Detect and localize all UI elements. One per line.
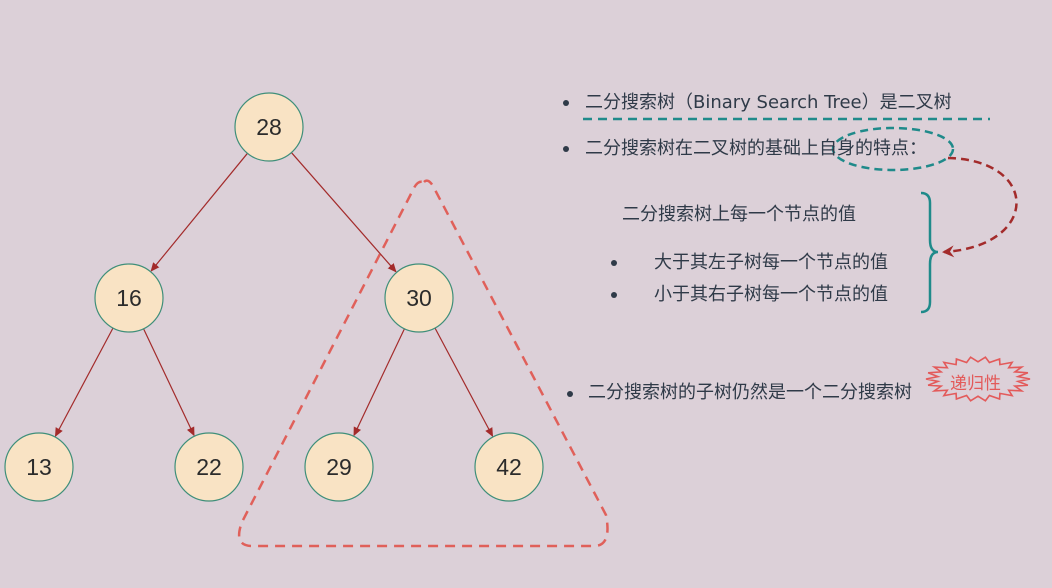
node-value: 42 (496, 454, 522, 480)
bullet-3 (567, 391, 573, 397)
subtree-highlight-triangle (237, 179, 609, 548)
node-value: 16 (116, 285, 142, 311)
edge-n30-n42 (434, 327, 494, 437)
edge-n16-n13 (54, 327, 114, 437)
tree-node-29: 29 (304, 432, 374, 502)
node-value: 13 (26, 454, 52, 480)
feature-to-property-arrow (942, 156, 1018, 258)
bullet-prop-1 (611, 260, 617, 266)
point1-text: 二分搜索树（Binary Search Tree）是二叉树 (585, 92, 952, 113)
bullet-prop-2 (611, 292, 617, 298)
bst-diagram: 28 16 30 13 22 29 42 (4, 92, 1031, 548)
point2-text: 二分搜索树在二叉树的基础上自身的特点： (585, 138, 927, 159)
tree-node-22: 22 (174, 432, 244, 502)
property-brace (920, 191, 939, 314)
tree-nodes: 28 16 30 13 22 29 42 (4, 92, 544, 502)
property-item-less: 小于其右子树每一个节点的值 (654, 284, 888, 305)
node-value: 22 (196, 454, 222, 480)
tree-node-30: 30 (384, 263, 454, 333)
property-item-greater: 大于其左子树每一个节点的值 (654, 252, 888, 273)
tree-node-42: 42 (474, 432, 544, 502)
node-value: 29 (326, 454, 352, 480)
tree-node-13: 13 (4, 432, 74, 502)
recursive-stamp-label: 递归性 (950, 374, 1001, 394)
edge-n28-n16 (150, 152, 248, 272)
property-heading: 二分搜索树上每一个节点的值 (622, 204, 856, 225)
tree-node-28: 28 (234, 92, 304, 162)
point3-text: 二分搜索树的子树仍然是一个二分搜索树 (588, 382, 912, 403)
edge-n28-n30 (290, 152, 397, 273)
edge-n30-n29 (353, 328, 405, 437)
node-value: 28 (256, 114, 282, 140)
node-value: 30 (406, 285, 432, 311)
tree-node-16: 16 (94, 263, 164, 333)
bullet-1 (563, 100, 569, 106)
bullet-2 (563, 146, 569, 152)
edge-n16-n22 (143, 328, 195, 437)
